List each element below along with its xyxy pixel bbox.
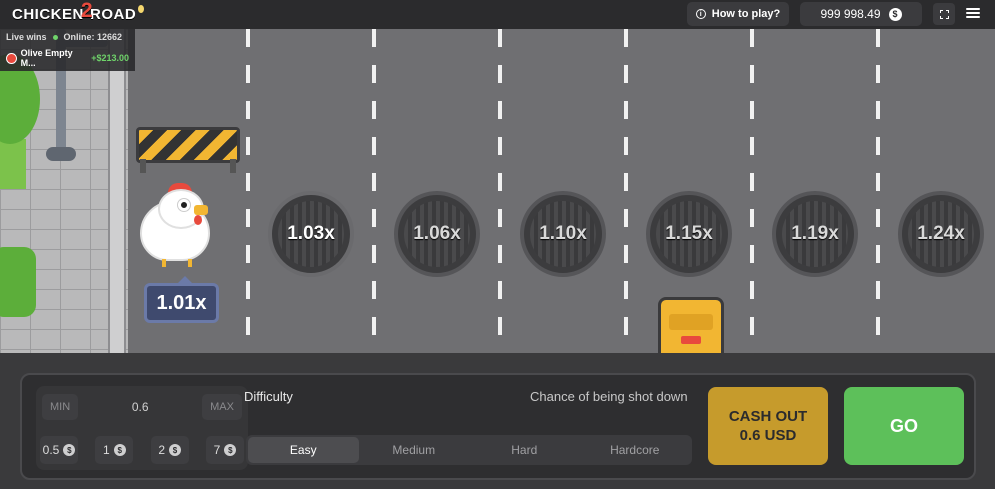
info-icon: i xyxy=(695,9,706,19)
logo: CHICKEN 2 ROAD xyxy=(12,0,145,23)
dollar-coin-icon: $ xyxy=(169,444,181,456)
manhole-lane-6[interactable]: 1.24x xyxy=(898,191,984,277)
lane-divider xyxy=(372,29,376,353)
win-amount: +$213.00 xyxy=(91,53,129,63)
road-scene: 1.01x 1.03x 1.06x 1.10x 1.15x 1.19x 1.24… xyxy=(0,29,995,353)
live-win-row: Olive Empty M... +$213.00 xyxy=(0,45,135,71)
control-panel: MIN 0.6 MAX 0.5 $ 1 $ 2 $ 7 $ Difficulty Cha… xyxy=(20,373,976,480)
lane-divider xyxy=(246,29,250,353)
barrier-icon xyxy=(136,127,240,163)
fullscreen-button[interactable] xyxy=(933,3,955,25)
logo-text-right: ROAD xyxy=(90,5,137,23)
difficulty-label: Difficulty xyxy=(244,389,293,404)
lamp-base xyxy=(46,147,76,161)
how-to-play-label: How to play? xyxy=(711,8,781,20)
grass xyxy=(0,139,26,189)
live-wins-title: Live wins xyxy=(6,32,47,42)
egg-icon xyxy=(138,5,145,13)
multiplier-label: 1.15x xyxy=(665,223,713,244)
lane-divider xyxy=(876,29,880,353)
difficulty-easy[interactable]: Easy xyxy=(248,437,359,463)
bet-amount-input[interactable]: 0.6 xyxy=(132,400,149,414)
dollar-coin-icon: $ xyxy=(63,444,76,456)
difficulty-tabs: Easy Medium Hard Hardcore xyxy=(246,435,692,465)
curb xyxy=(108,29,126,353)
online-count: Online: 12662 xyxy=(63,32,123,42)
max-bet-button[interactable]: MAX xyxy=(202,394,242,420)
chance-label: Chance of being shot down xyxy=(530,389,688,404)
balance-value: 999 998.49 xyxy=(820,7,881,21)
min-bet-button[interactable]: MIN xyxy=(42,394,79,420)
dollar-coin-icon: $ xyxy=(113,444,126,456)
logo-text-left: CHICKEN xyxy=(12,5,84,23)
barrier-legs xyxy=(140,159,236,173)
menu-icon xyxy=(966,8,980,10)
multiplier-label: 1.10x xyxy=(539,223,587,244)
bet-chip[interactable]: 0.5 $ xyxy=(40,436,78,464)
difficulty-hardcore[interactable]: Hardcore xyxy=(580,437,691,463)
bet-chip[interactable]: 2 $ xyxy=(150,436,189,464)
cash-out-label: CASH OUT xyxy=(728,408,808,425)
chicken-icon xyxy=(140,183,212,267)
manhole-lane-1[interactable]: 1.03x xyxy=(268,191,354,277)
dollar-coin-icon: $ xyxy=(224,444,237,456)
manhole-lane-5[interactable]: 1.19x xyxy=(772,191,858,277)
game-root: CHICKEN 2 ROAD i How to play? 999 998.49… xyxy=(0,0,995,489)
menu-button[interactable] xyxy=(966,6,980,20)
bet-chip[interactable]: 1 $ xyxy=(95,436,134,464)
taxi-icon xyxy=(658,297,724,353)
balance-display: 999 998.49 $ xyxy=(800,2,922,26)
multiplier-label: 1.03x xyxy=(287,223,335,244)
player-name: Olive Empty M... xyxy=(20,48,73,68)
lane-divider xyxy=(750,29,754,353)
current-multiplier: 1.01x xyxy=(144,276,219,323)
bush-icon xyxy=(0,247,36,317)
manhole-lane-2[interactable]: 1.06x xyxy=(394,191,480,277)
multiplier-label: 1.19x xyxy=(791,223,839,244)
difficulty-medium[interactable]: Medium xyxy=(359,437,470,463)
manhole-lane-3[interactable]: 1.10x xyxy=(520,191,606,277)
multiplier-label: 1.06x xyxy=(413,223,461,244)
online-dot-icon xyxy=(52,34,58,40)
top-bar: CHICKEN 2 ROAD i How to play? 999 998.49… xyxy=(0,0,995,29)
logo-number: 2 xyxy=(80,0,94,22)
avatar xyxy=(6,52,17,64)
difficulty-hard[interactable]: Hard xyxy=(469,437,580,463)
lane-divider xyxy=(624,29,628,353)
cash-out-amount: 0.6 USD xyxy=(739,427,797,444)
lane-divider xyxy=(498,29,502,353)
dollar-coin-icon: $ xyxy=(888,7,902,21)
cash-out-button[interactable]: CASH OUT 0.6 USD xyxy=(708,387,828,465)
bet-box: MIN 0.6 MAX 0.5 $ 1 $ 2 $ 7 $ xyxy=(36,386,248,470)
bet-chip[interactable]: 7 $ xyxy=(205,436,244,464)
how-to-play-button[interactable]: i How to play? xyxy=(687,2,789,26)
fullscreen-icon xyxy=(939,9,949,19)
go-button[interactable]: GO xyxy=(844,387,964,465)
live-wins-panel: Live wins Online: 12662 Olive Empty M...… xyxy=(0,29,135,71)
manhole-lane-4[interactable]: 1.15x xyxy=(646,191,732,277)
multiplier-label: 1.24x xyxy=(917,223,965,244)
